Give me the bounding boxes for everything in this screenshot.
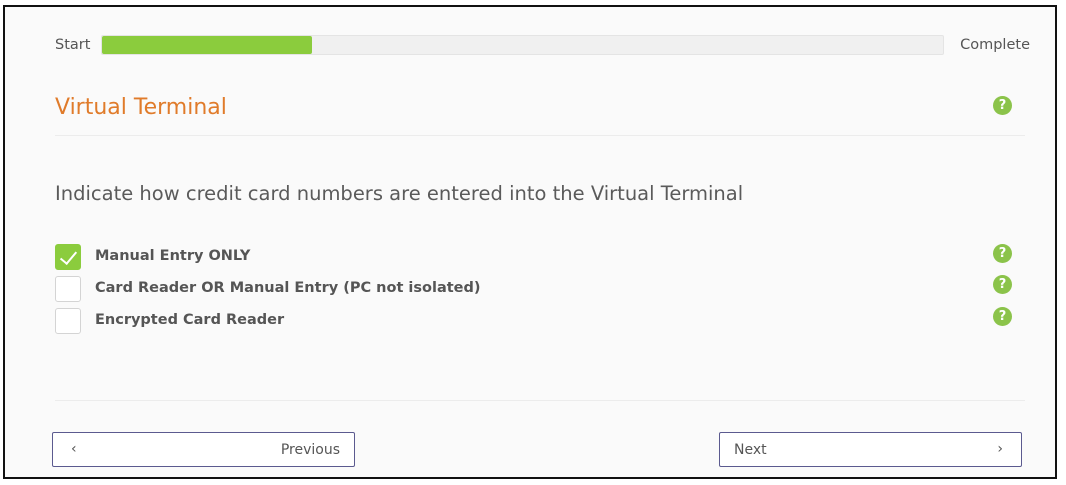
progress-track xyxy=(101,35,944,55)
header-divider xyxy=(55,135,1025,136)
checkbox-card-reader-or-manual[interactable] xyxy=(55,276,81,302)
progress-start-label: Start xyxy=(55,37,91,53)
chevron-right-icon: › xyxy=(997,441,1003,457)
previous-button[interactable]: ‹ Previous xyxy=(52,432,355,467)
option-card-reader-or-manual[interactable]: Card Reader OR Manual Entry (PC not isol… xyxy=(55,276,1025,303)
chevron-left-icon: ‹ xyxy=(71,441,77,457)
option-label: Card Reader OR Manual Entry (PC not isol… xyxy=(95,280,481,296)
option-label: Manual Entry ONLY xyxy=(95,248,251,264)
wizard-panel: Start Complete Virtual Terminal ? Indica… xyxy=(3,5,1057,479)
help-icon[interactable]: ? xyxy=(993,96,1012,115)
help-icon[interactable]: ? xyxy=(993,275,1012,294)
option-encrypted-card-reader[interactable]: Encrypted Card Reader xyxy=(55,308,1025,335)
progress-fill xyxy=(102,36,313,54)
next-button[interactable]: Next › xyxy=(719,432,1022,467)
next-button-label: Next xyxy=(734,442,767,458)
check-icon xyxy=(59,246,78,266)
help-icon[interactable]: ? xyxy=(993,244,1012,263)
question-text: Indicate how credit card numbers are ent… xyxy=(55,182,744,205)
help-icon[interactable]: ? xyxy=(993,307,1012,326)
page-title: Virtual Terminal xyxy=(55,95,227,120)
option-manual-entry[interactable]: Manual Entry ONLY xyxy=(55,244,1025,271)
checkbox-encrypted-card-reader[interactable] xyxy=(55,308,81,334)
previous-button-label: Previous xyxy=(280,442,340,458)
option-label: Encrypted Card Reader xyxy=(95,312,285,328)
progress-bar: Start Complete xyxy=(55,35,1030,59)
checkbox-manual-entry[interactable] xyxy=(55,244,81,270)
progress-complete-label: Complete xyxy=(960,37,1030,53)
footer-divider xyxy=(55,400,1025,401)
